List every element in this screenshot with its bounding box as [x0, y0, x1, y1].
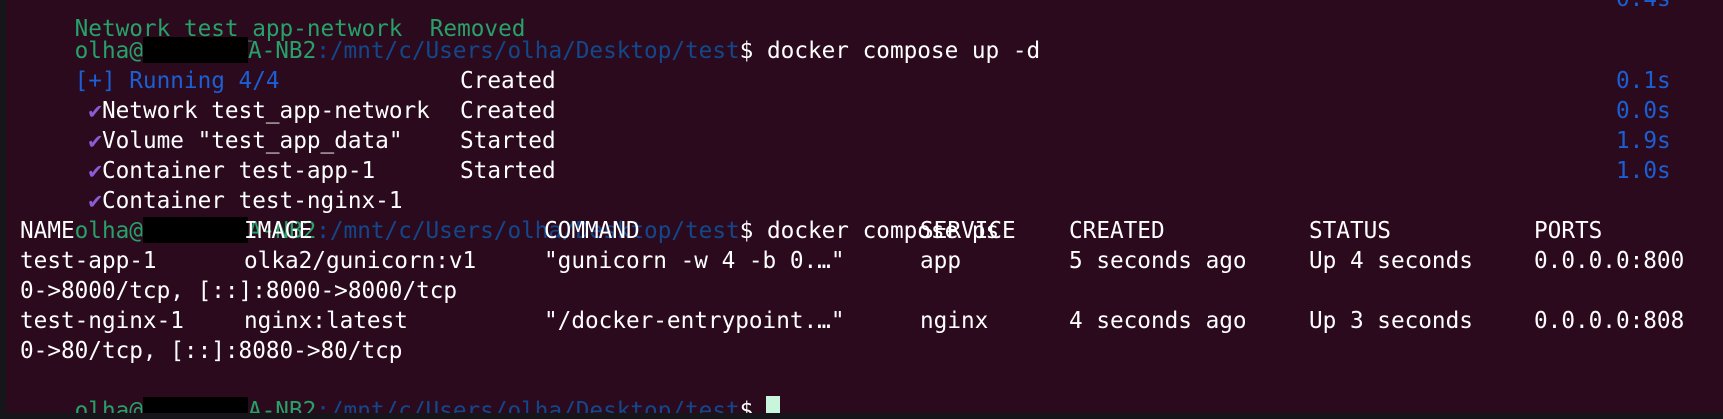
column-header-created: CREATED	[1069, 218, 1165, 244]
result-time: 0.0s	[1616, 98, 1671, 124]
prompt-line-current[interactable]: olha@ A-NB2:/mnt/c/Users/olha/Desktop/tes…	[20, 366, 781, 413]
prompt-path: :/mnt/c/Users/olha/Desktop/test	[316, 398, 740, 413]
cell-name: test-nginx-1	[20, 308, 184, 334]
text-cursor[interactable]	[766, 396, 781, 413]
prompt-path: :/mnt/c/Users/olha/Desktop/test	[316, 38, 740, 64]
cell-ports: 0.0.0.0:800	[1534, 248, 1685, 274]
column-header-image: IMAGE	[244, 218, 313, 244]
cell-created: 4 seconds ago	[1069, 308, 1247, 334]
redacted-hostname	[142, 397, 248, 413]
result-status: Created	[460, 98, 556, 124]
prompt-path: :/mnt/c/Users/olha/Desktop/test	[316, 218, 740, 244]
redacted-hostname	[142, 217, 248, 243]
cell-ports-wrapped: 0->8000/tcp, [::]:8000->8000/tcp	[20, 278, 458, 304]
top-partial-time: 0.4s	[1616, 0, 1671, 14]
cell-ports: 0.0.0.0:808	[1534, 308, 1685, 334]
result-status: Started	[460, 128, 556, 154]
column-header-service: SERVICE	[920, 218, 1016, 244]
result-row: ✔Network test_app-network	[20, 66, 430, 124]
result-row: ✔Container test-nginx-1	[20, 156, 402, 214]
command-text: docker compose up -d	[767, 38, 1041, 64]
cell-service: app	[920, 248, 961, 274]
column-header-ports: PORTS	[1534, 218, 1603, 244]
cell-created: 5 seconds ago	[1069, 248, 1247, 274]
prompt-user: olha@	[74, 218, 143, 244]
column-header-command: COMMAND	[544, 218, 640, 244]
cell-image: nginx:latest	[244, 308, 408, 334]
column-header-name: NAME	[20, 218, 75, 244]
cell-name: test-app-1	[20, 248, 157, 274]
result-time: 1.0s	[1616, 158, 1671, 184]
prompt-symbol: $	[739, 218, 754, 244]
result-time: 1.9s	[1616, 128, 1671, 154]
cell-status: Up 4 seconds	[1309, 248, 1473, 274]
result-time: 0.1s	[1616, 68, 1671, 94]
cell-ports-wrapped: 0->80/tcp, [::]:8080->80/tcp	[20, 338, 403, 364]
cell-command: "gunicorn -w 4 -b 0.…"	[544, 248, 845, 274]
prompt-host-suffix: A-NB2	[247, 398, 317, 413]
column-header-status: STATUS	[1309, 218, 1391, 244]
result-status: Started	[460, 158, 556, 184]
cell-image: olka2/gunicorn:v1	[244, 248, 477, 274]
cell-command: "/docker-entrypoint.…"	[544, 308, 845, 334]
result-row: ✔Volume "test_app_data"	[20, 96, 402, 154]
cell-status: Up 3 seconds	[1309, 308, 1473, 334]
running-header: [+] Running 4/4	[20, 36, 280, 94]
prompt-symbol: $	[739, 38, 754, 64]
result-status: Created	[460, 68, 556, 94]
prompt-line-ps: olha@ A-NB2:/mnt/c/Users/olha/Desktop/tes…	[20, 186, 999, 244]
prompt-symbol: $	[739, 398, 754, 413]
result-row: ✔Container test-app-1	[20, 126, 375, 184]
prompt-user: olha@	[74, 398, 143, 413]
cell-service: nginx	[920, 308, 989, 334]
terminal-window[interactable]: Network test_app-network Removed 0.4s ol…	[6, 0, 1723, 413]
prompt-line-up: olha@ A-NB2:/mnt/c/Users/olha/Desktop/tes…	[20, 6, 1040, 64]
